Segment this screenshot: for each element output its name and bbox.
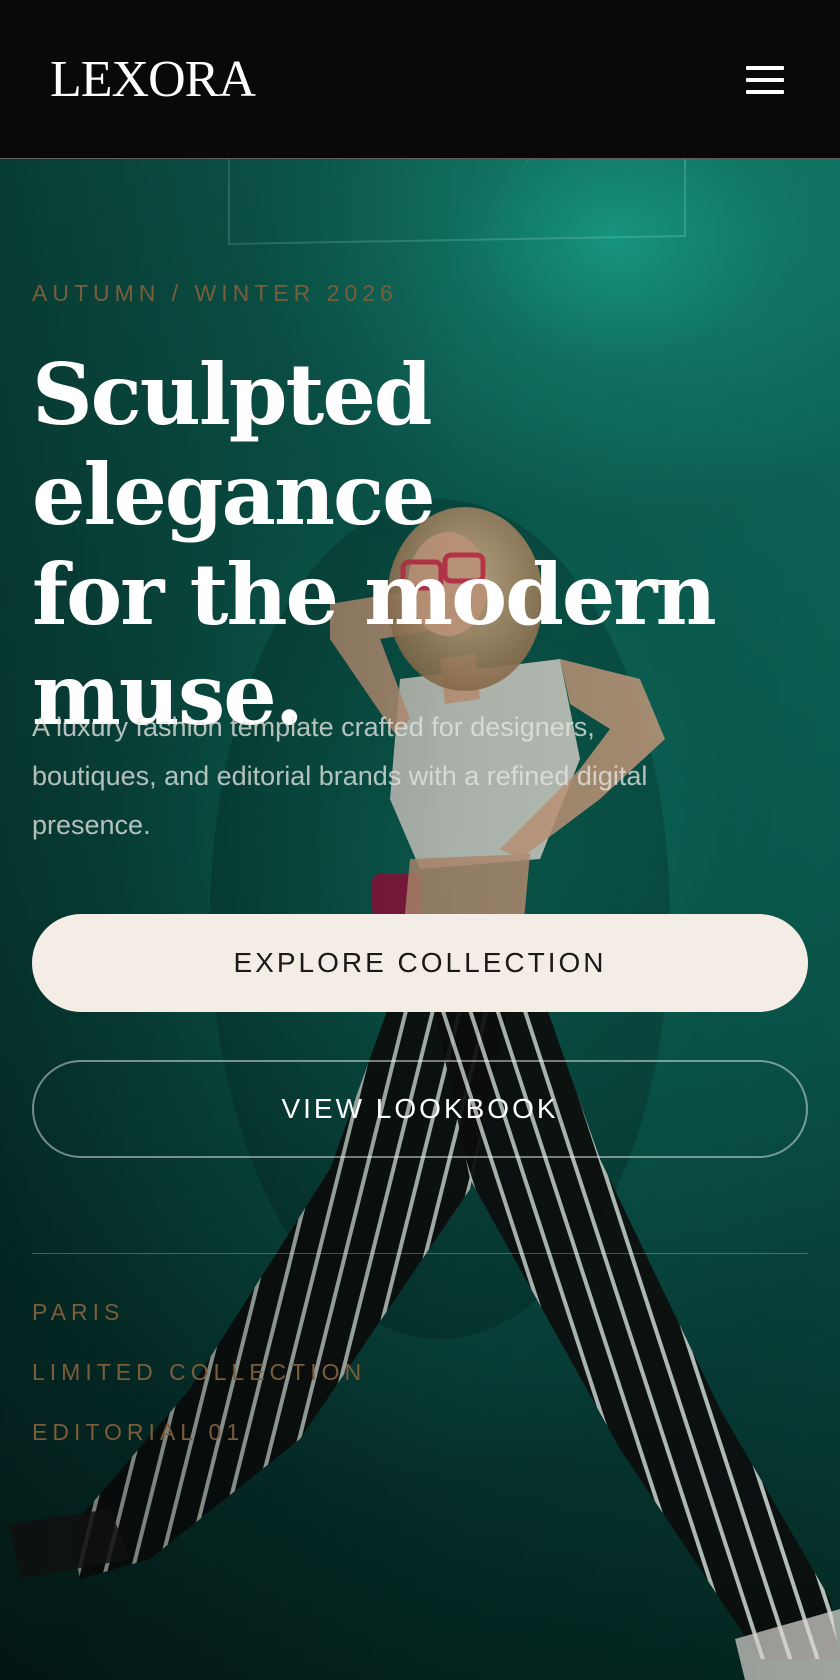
- divider: [32, 1253, 808, 1254]
- hamburger-menu-icon[interactable]: [736, 60, 792, 100]
- page: LEXORA AUTUMN / WINTER 2026 Sculpted ele…: [0, 0, 840, 1680]
- menu-bar: [746, 78, 784, 82]
- explore-collection-label: EXPLORE COLLECTION: [233, 947, 607, 978]
- headline-line: for the modern: [32, 545, 717, 644]
- season-label: AUTUMN / WINTER 2026: [32, 280, 398, 306]
- menu-bar: [746, 66, 784, 70]
- brand-logo[interactable]: LEXORA: [50, 48, 256, 112]
- headline-line: Sculpted elegance: [32, 345, 436, 544]
- view-lookbook-button[interactable]: VIEW LOOKBOOK: [32, 1060, 808, 1158]
- tag-editorial: EDITORIAL 01: [32, 1419, 245, 1445]
- subtitle-line: presence.: [32, 810, 151, 840]
- tag-limited-collection: LIMITED COLLECTION: [32, 1359, 367, 1385]
- menu-bar: [746, 90, 784, 94]
- hero-section: AUTUMN / WINTER 2026 Sculpted elegance f…: [0, 159, 840, 1680]
- site-header: LEXORA: [0, 0, 840, 159]
- hero-headline: Sculpted elegance for the modern muse.: [32, 345, 832, 745]
- hero-subtitle: A luxury fashion template crafted for de…: [32, 703, 752, 850]
- subtitle-line: boutiques, and editorial brands with a r…: [32, 761, 648, 791]
- tag-paris: PARIS: [32, 1299, 125, 1325]
- view-lookbook-label: VIEW LOOKBOOK: [281, 1093, 559, 1124]
- explore-collection-button[interactable]: EXPLORE COLLECTION: [32, 914, 808, 1012]
- subtitle-line: A luxury fashion template crafted for de…: [32, 712, 595, 742]
